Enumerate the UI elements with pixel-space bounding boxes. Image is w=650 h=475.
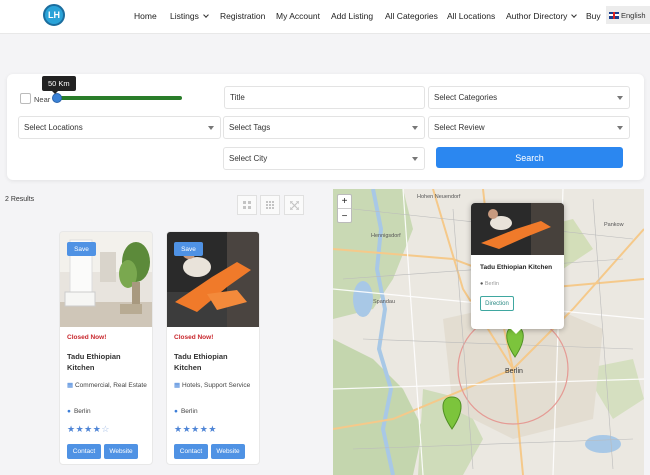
popup-location-text: Berlin [484,281,499,287]
near-label: Near [34,95,51,104]
category-icon: ▦ [174,382,182,389]
map-label-hennigsdorf: Hennigsdorf [371,233,401,239]
review-select[interactable]: Select Review [428,116,630,139]
contact-button[interactable]: Contact [67,444,101,459]
nav-all-categories[interactable]: All Categories [385,11,438,21]
popup-location: ● Berlin [480,281,499,287]
map-label-spandau: Spandau [373,299,396,305]
categories-select-text: Select Categories [434,93,498,102]
language-label: English [621,10,646,20]
locations-select[interactable]: Select Locations [18,116,221,139]
nav-home[interactable]: Home [134,11,157,21]
nav-my-account[interactable]: My Account [276,11,320,21]
star-icon: ★ [84,424,93,434]
chevron-down-icon [571,12,578,18]
review-select-text: Select Review [434,123,485,132]
listing-card[interactable]: Save Closed Now! Tadu Ethiopian Kitchen … [166,231,260,465]
popup-listing-image[interactable] [471,203,564,255]
save-button[interactable]: Save [174,242,203,256]
star-icon: ★ [182,424,192,434]
listing-title[interactable]: Tadu Ethiopian Kitchen [67,351,147,373]
categories-select[interactable]: Select Categories [428,86,630,109]
direction-button[interactable]: Direction [480,296,514,311]
zoom-in-button[interactable]: + [338,195,351,209]
nav-all-locations[interactable]: All Locations [447,11,495,21]
chevron-down-icon [202,12,209,18]
radius-tooltip: 50 Km [42,76,76,94]
save-button[interactable]: Save [67,242,96,256]
title-input[interactable]: Title [224,86,425,109]
nav-registration[interactable]: Registration [220,11,265,21]
nav-author-directory-label: Author Directory [506,11,568,21]
popup-pointer [510,328,522,334]
dropdown-arrow-icon [617,96,623,100]
listing-location: ● Berlin [67,408,91,415]
city-select[interactable]: Select City [223,147,425,170]
status-badge: Closed Now! [174,334,214,341]
star-icon: ★ [191,424,200,434]
site-header: LH Home Listings Registration My Account… [0,0,650,34]
star-icon: ★ [75,424,85,434]
nav-add-listing[interactable]: Add Listing [331,11,373,21]
dropdown-arrow-icon [617,126,623,130]
nav-listings-label: Listings [170,11,199,21]
uk-flag-icon [609,11,619,19]
listing-categories-text: Hotels, Support Service [181,382,251,389]
dropdown-arrow-icon [208,126,214,130]
listing-categories: ▦ Hotels, Support Service [174,381,256,391]
status-badge: Closed Now! [67,334,107,341]
listing-categories: ▦ Commercial, Real Estate [67,381,149,391]
rating-stars: ★★★★★ [174,424,217,435]
star-icon: ★ [208,424,217,434]
listing-categories-text: Commercial, Real Estate [74,382,147,389]
tags-select[interactable]: Select Tags [223,116,425,139]
listing-location-text: Berlin [180,408,198,415]
dropdown-arrow-icon [412,157,418,161]
contact-button[interactable]: Contact [174,444,208,459]
site-logo[interactable]: LH [43,4,65,26]
popup-title[interactable]: Tadu Ethiopian Kitchen [480,264,552,271]
listing-card[interactable]: Save Closed Now! Tadu Ethiopian Kitchen … [59,231,153,465]
radius-slider-thumb[interactable] [52,93,62,103]
star-empty-icon: ☆ [101,424,110,434]
results-count: 2 Results [5,196,35,203]
category-icon: ▦ [67,382,75,389]
nav-author-directory[interactable]: Author Directory [506,11,578,21]
map-zoom-control: + − [337,194,352,223]
zoom-out-button[interactable]: − [338,209,351,223]
map-label-pankow: Pankow [604,222,624,228]
map-label-berlin: Berlin [505,368,523,375]
listing-location-text: Berlin [73,408,91,415]
nav-listings[interactable]: Listings [170,11,209,21]
list-icon [265,200,274,209]
tags-select-text: Select Tags [229,123,271,132]
list-view-button[interactable] [260,195,280,215]
star-icon: ★ [67,424,76,434]
website-button[interactable]: Website [104,444,138,459]
map-popup: Tadu Ethiopian Kitchen ● Berlin Directio… [471,203,564,329]
near-checkbox[interactable] [20,93,31,104]
expand-map-button[interactable] [284,195,304,215]
rating-stars: ★★★★☆ [67,424,110,435]
dropdown-arrow-icon [412,126,418,130]
grid-view-button[interactable] [237,195,257,215]
location-pin-icon: ● [67,408,71,415]
grid-icon [242,200,251,209]
listing-location: ● Berlin [174,408,198,415]
radius-slider-track[interactable] [55,96,182,100]
search-button[interactable]: Search [436,147,623,168]
website-button[interactable]: Website [211,444,245,459]
language-switcher[interactable]: English [606,6,650,24]
location-pin-icon: ● [174,408,178,415]
title-input-text: Title [230,93,245,102]
nav-buy[interactable]: Buy [586,11,601,21]
expand-icon [289,200,299,210]
listing-title[interactable]: Tadu Ethiopian Kitchen [174,351,254,373]
city-select-text: Select City [229,154,268,163]
map-label-hohen-neuendorf: Hohen Neuendorf [417,194,461,200]
star-icon: ★ [174,424,183,434]
locations-select-text: Select Locations [24,123,83,132]
